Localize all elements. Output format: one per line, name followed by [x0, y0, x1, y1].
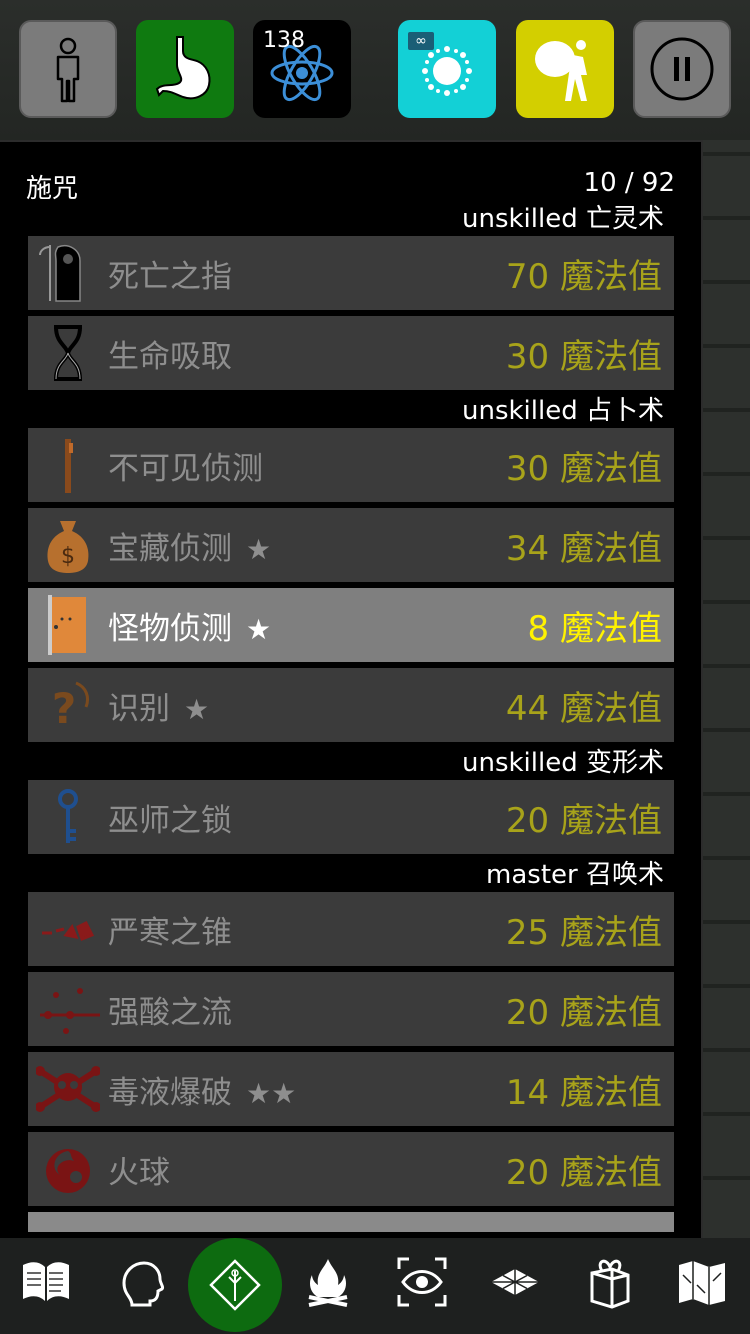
spell-cost: 70 魔法值: [505, 256, 662, 297]
infinity-badge: ∞: [408, 32, 434, 50]
person-icon: [56, 37, 80, 103]
gift-icon: [590, 1259, 630, 1309]
spell-name: 怪物侦测 ★: [108, 610, 272, 647]
spell-name: 火球: [108, 1154, 170, 1191]
floor-tiles-icon: [491, 1269, 539, 1295]
spell-name: 死亡之指: [108, 258, 232, 295]
look-eye-icon: [397, 1257, 447, 1307]
map-icon: [679, 1261, 725, 1305]
door-icon: [28, 588, 108, 662]
school-header: unskilled 亡灵术: [462, 204, 664, 234]
spell-list[interactable]: unskilled 亡灵术 死亡之指 70 魔法值 生命吸取 30 魔法值 un…: [28, 204, 674, 1232]
spell-panel: 施咒 10 / 92 unskilled 亡灵术 死亡之指 70 魔法值 生命吸…: [0, 140, 703, 1238]
spell-row-acid-stream[interactable]: 强酸之流 20 魔法值: [28, 972, 674, 1046]
spell-name: 巫师之锁: [108, 802, 232, 839]
spell-diamond-icon: [209, 1259, 261, 1311]
rest-button[interactable]: [296, 1250, 360, 1314]
spell-row-detect-invisible[interactable]: 不可见侦测 30 魔法值: [28, 428, 674, 502]
spell-name: 毒液爆破 ★★: [108, 1074, 297, 1111]
spell-row-fireball[interactable]: 火球 20 魔法值: [28, 1132, 674, 1206]
key-icon: [28, 780, 108, 854]
hourglass-icon: [28, 316, 108, 390]
spell-row-finger-of-death[interactable]: 死亡之指 70 魔法值: [28, 236, 674, 310]
map-button[interactable]: [670, 1250, 734, 1314]
spell-count: 10 / 92: [583, 168, 675, 198]
spell-row-wizard-lock[interactable]: 巫师之锁 20 魔法值: [28, 780, 674, 854]
spell-cost: 14 魔法值: [505, 1072, 662, 1113]
hunger-button[interactable]: [136, 20, 234, 118]
floor-button[interactable]: [483, 1250, 547, 1314]
book-icon: [23, 1262, 69, 1301]
svg-text:$: $: [61, 544, 75, 569]
status-effect-button[interactable]: ∞: [398, 20, 496, 118]
dungeon-wall: [702, 140, 750, 1240]
spell-cost: 25 魔法值: [505, 912, 662, 953]
school-header: unskilled 变形术: [462, 748, 664, 778]
spell-row-identify[interactable]: ? 识别 ★ 44 魔法值: [28, 668, 674, 742]
campfire-icon: [308, 1259, 348, 1307]
character-button[interactable]: [19, 20, 117, 118]
spell-row-poison-blast[interactable]: 毒液爆破 ★★ 14 魔法值: [28, 1052, 674, 1126]
school-header: master 召唤术: [486, 860, 664, 890]
skull-icon: [28, 1052, 108, 1126]
radiation-button[interactable]: 138: [253, 20, 351, 118]
spell-cost: 20 魔法值: [505, 800, 662, 841]
look-button[interactable]: [390, 1250, 454, 1314]
spell-row-partial[interactable]: [28, 1212, 674, 1232]
spell-name: 识别 ★: [108, 690, 210, 727]
burden-button[interactable]: [516, 20, 614, 118]
spell-cost: 8 魔法值: [527, 608, 662, 649]
spell-cost: 34 魔法值: [505, 528, 662, 569]
spell-name: 不可见侦测: [108, 450, 263, 487]
stomach-icon: [155, 36, 211, 100]
spell-row-drain-life[interactable]: 生命吸取 30 魔法值: [28, 316, 674, 390]
rod-icon: [28, 428, 108, 502]
reaper-icon: [28, 236, 108, 310]
question-icon: ?: [28, 668, 108, 742]
pause-button[interactable]: [633, 20, 731, 118]
spell-cost: 20 魔法值: [505, 1152, 662, 1193]
school-header: unskilled 占卜术: [462, 396, 664, 426]
spell-cost: 30 魔法值: [505, 336, 662, 377]
spell-cost: 44 魔法值: [505, 688, 662, 729]
pause-icon: [650, 37, 714, 101]
spellbook-button[interactable]: [14, 1250, 78, 1314]
acid-icon: [28, 972, 108, 1046]
svg-text:?: ?: [52, 684, 76, 733]
chat-head-button[interactable]: [107, 1250, 171, 1314]
spell-row-cone-of-cold[interactable]: 严寒之锥 25 魔法值: [28, 892, 674, 966]
spell-row-detect-monsters[interactable]: 怪物侦测 ★ 8 魔法值: [28, 588, 674, 662]
money-bag-icon: $: [28, 508, 108, 582]
spell-cost: 20 魔法值: [505, 992, 662, 1033]
burden-icon: [535, 40, 587, 101]
spell-name: 严寒之锥: [108, 914, 232, 951]
inventory-button[interactable]: [577, 1250, 641, 1314]
spell-row-detect-treasure[interactable]: $ 宝藏侦测 ★ 34 魔法值: [28, 508, 674, 582]
spell-cost: 30 魔法值: [505, 448, 662, 489]
head-icon: [122, 1261, 165, 1307]
cone-icon: [28, 892, 108, 966]
spell-name: 宝藏侦测 ★: [108, 530, 272, 567]
panel-title: 施咒: [26, 174, 79, 204]
spell-name: 生命吸取: [108, 338, 232, 375]
spell-name: 强酸之流: [108, 994, 232, 1031]
cast-spell-button[interactable]: [188, 1238, 282, 1332]
radiation-count: 138: [263, 28, 305, 53]
fireball-icon: [28, 1132, 108, 1206]
